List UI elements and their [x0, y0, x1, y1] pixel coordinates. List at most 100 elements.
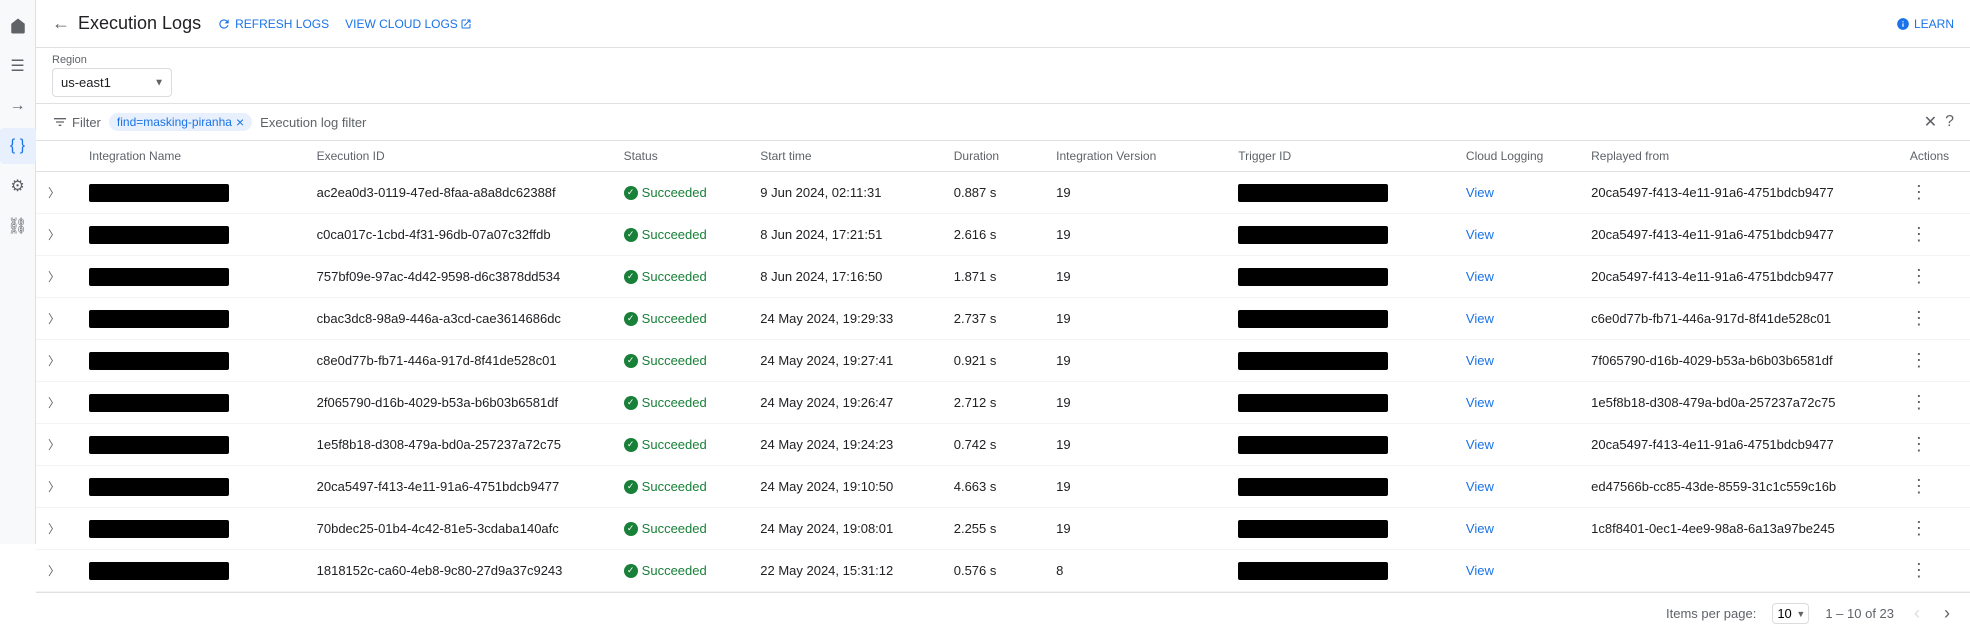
refresh-logs-button[interactable]: REFRESH LOGS	[217, 17, 329, 31]
region-select[interactable]: us-east1 us-central1 us-west1 europe-wes…	[52, 68, 172, 97]
more-actions-icon[interactable]: ⋮	[1910, 308, 1928, 328]
col-header-cloud-logging: Cloud Logging	[1454, 141, 1579, 172]
row-status: ✓Succeeded	[612, 550, 749, 592]
filter-help-button[interactable]: ?	[1945, 113, 1954, 131]
row-actions-button[interactable]: ⋮	[1898, 340, 1970, 382]
sidebar-icon-settings[interactable]: ⚙	[0, 168, 36, 204]
row-cloud-logging[interactable]: View	[1454, 382, 1579, 424]
more-actions-icon[interactable]: ⋮	[1910, 266, 1928, 286]
row-actions-button[interactable]: ⋮	[1898, 424, 1970, 466]
cloud-logging-view-link[interactable]: View	[1466, 479, 1494, 494]
row-cloud-logging[interactable]: View	[1454, 340, 1579, 382]
sidebar-icon-home[interactable]	[0, 8, 36, 44]
per-page-select[interactable]: 10 25 50	[1772, 603, 1809, 624]
row-expand-button[interactable]: 〉	[36, 172, 77, 214]
row-start-time: 22 May 2024, 15:31:12	[748, 550, 941, 592]
row-actions-button[interactable]: ⋮	[1898, 214, 1970, 256]
sidebar: ☰ → { } ⚙ ⛓	[0, 0, 36, 544]
sidebar-icon-arrow[interactable]: →	[0, 88, 36, 124]
row-trigger-id	[1226, 508, 1454, 550]
row-expand-button[interactable]: 〉	[36, 298, 77, 340]
row-expand-button[interactable]: 〉	[36, 382, 77, 424]
row-start-time: 24 May 2024, 19:10:50	[748, 466, 941, 508]
row-cloud-logging[interactable]: View	[1454, 172, 1579, 214]
back-button[interactable]: ←	[52, 13, 70, 34]
cloud-logging-view-link[interactable]: View	[1466, 521, 1494, 536]
filter-close-button[interactable]: ✕	[1924, 112, 1937, 132]
more-actions-icon[interactable]: ⋮	[1910, 224, 1928, 244]
row-actions-button[interactable]: ⋮	[1898, 466, 1970, 508]
per-page-wrapper: 10 25 50	[1772, 603, 1809, 624]
cloud-logging-view-link[interactable]: View	[1466, 437, 1494, 452]
row-cloud-logging[interactable]: View	[1454, 214, 1579, 256]
row-actions-button[interactable]: ⋮	[1898, 256, 1970, 298]
row-cloud-logging[interactable]: View	[1454, 256, 1579, 298]
more-actions-icon[interactable]: ⋮	[1910, 518, 1928, 538]
learn-button[interactable]: LEARN	[1896, 17, 1954, 31]
sidebar-icon-link[interactable]: ⛓	[0, 208, 36, 244]
row-actions-button[interactable]: ⋮	[1898, 550, 1970, 592]
cloud-logging-view-link[interactable]: View	[1466, 353, 1494, 368]
filter-chip-close-button[interactable]: ×	[236, 115, 244, 129]
row-duration: 0.742 s	[942, 424, 1044, 466]
cloud-logging-view-link[interactable]: View	[1466, 269, 1494, 284]
row-start-time: 24 May 2024, 19:26:47	[748, 382, 941, 424]
filter-button[interactable]: Filter	[52, 114, 101, 130]
row-replayed-from: c6e0d77b-fb71-446a-917d-8f41de528c01	[1579, 298, 1898, 340]
row-cloud-logging[interactable]: View	[1454, 466, 1579, 508]
row-cloud-logging[interactable]: View	[1454, 550, 1579, 592]
row-expand-button[interactable]: 〉	[36, 214, 77, 256]
filter-placeholder[interactable]: Execution log filter	[260, 115, 366, 130]
row-actions-button[interactable]: ⋮	[1898, 382, 1970, 424]
more-actions-icon[interactable]: ⋮	[1910, 182, 1928, 202]
row-integration-name	[77, 340, 305, 382]
row-execution-id: 1818152c-ca60-4eb8-9c80-27d9a37c9243	[305, 550, 612, 592]
row-integration-name	[77, 172, 305, 214]
row-expand-button[interactable]: 〉	[36, 466, 77, 508]
cloud-logging-view-link[interactable]: View	[1466, 395, 1494, 410]
more-actions-icon[interactable]: ⋮	[1910, 560, 1928, 580]
cloud-logging-view-link[interactable]: View	[1466, 311, 1494, 326]
pagination-next-button[interactable]: ›	[1940, 601, 1954, 626]
row-expand-button[interactable]: 〉	[36, 256, 77, 298]
row-expand-button[interactable]: 〉	[36, 340, 77, 382]
row-integration-version: 19	[1044, 382, 1226, 424]
more-actions-icon[interactable]: ⋮	[1910, 476, 1928, 496]
row-duration: 0.887 s	[942, 172, 1044, 214]
more-actions-icon[interactable]: ⋮	[1910, 434, 1928, 454]
row-duration: 2.255 s	[942, 508, 1044, 550]
row-expand-button[interactable]: 〉	[36, 550, 77, 592]
row-actions-button[interactable]: ⋮	[1898, 172, 1970, 214]
cloud-logging-view-link[interactable]: View	[1466, 563, 1494, 578]
row-replayed-from: 1c8f8401-0ec1-4ee9-98a8-6a13a97be245	[1579, 508, 1898, 550]
row-integration-name	[77, 256, 305, 298]
pagination-prev-button[interactable]: ‹	[1910, 601, 1924, 626]
cloud-logging-view-link[interactable]: View	[1466, 185, 1494, 200]
row-expand-button[interactable]: 〉	[36, 508, 77, 550]
region-toolbar: Region us-east1 us-central1 us-west1 eur…	[36, 48, 1970, 104]
filter-bar-right: ✕ ?	[1924, 112, 1954, 132]
row-trigger-id	[1226, 298, 1454, 340]
learn-label: LEARN	[1914, 17, 1954, 31]
more-actions-icon[interactable]: ⋮	[1910, 350, 1928, 370]
view-cloud-logs-button[interactable]: VIEW CLOUD LOGS	[345, 17, 476, 31]
row-cloud-logging[interactable]: View	[1454, 424, 1579, 466]
row-integration-name	[77, 214, 305, 256]
row-actions-button[interactable]: ⋮	[1898, 298, 1970, 340]
row-integration-version: 19	[1044, 214, 1226, 256]
sidebar-icon-list[interactable]: ☰	[0, 48, 36, 84]
row-actions-button[interactable]: ⋮	[1898, 508, 1970, 550]
sidebar-icon-code[interactable]: { }	[0, 128, 36, 164]
table-row: 〉c8e0d77b-fb71-446a-917d-8f41de528c01✓Su…	[36, 340, 1970, 382]
row-duration: 0.576 s	[942, 550, 1044, 592]
row-expand-button[interactable]: 〉	[36, 424, 77, 466]
more-actions-icon[interactable]: ⋮	[1910, 392, 1928, 412]
row-cloud-logging[interactable]: View	[1454, 508, 1579, 550]
cloud-logging-view-link[interactable]: View	[1466, 227, 1494, 242]
filter-label: Filter	[72, 115, 101, 130]
col-header-replayed-from: Replayed from	[1579, 141, 1898, 172]
row-integration-version: 19	[1044, 424, 1226, 466]
col-header-start-time: Start time	[748, 141, 941, 172]
row-cloud-logging[interactable]: View	[1454, 298, 1579, 340]
row-replayed-from: 20ca5497-f413-4e11-91a6-4751bdcb9477	[1579, 172, 1898, 214]
